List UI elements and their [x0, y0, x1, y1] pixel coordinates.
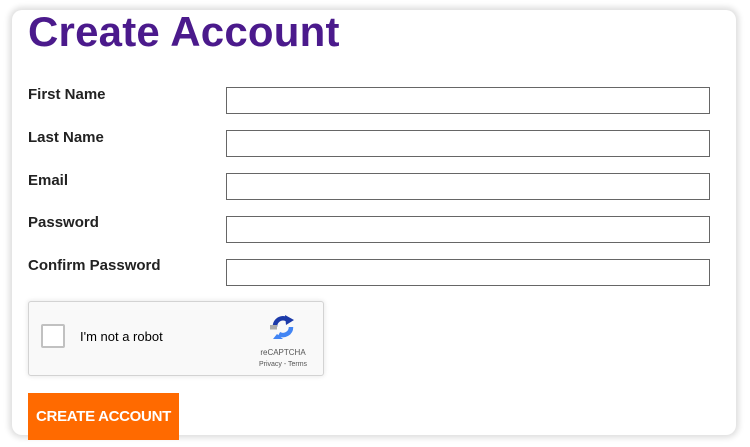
email-input[interactable] [226, 173, 710, 200]
confirm-password-label: Confirm Password [28, 257, 161, 274]
first-name-input[interactable] [226, 87, 710, 114]
recaptcha-logo-icon [270, 315, 294, 339]
first-name-label: First Name [28, 86, 106, 103]
last-name-label: Last Name [28, 129, 104, 146]
recaptcha-label: I'm not a robot [80, 329, 163, 344]
recaptcha-links: Privacy - Terms [253, 360, 313, 369]
recaptcha-brand: reCAPTCHA [260, 348, 306, 357]
recaptcha-privacy-link[interactable]: Privacy [259, 361, 282, 368]
password-label: Password [28, 214, 99, 231]
recaptcha-widget: I'm not a robot reCAPTCHA Privacy - Term… [28, 301, 324, 376]
page-title: Create Account [28, 8, 340, 55]
recaptcha-terms-link[interactable]: Terms [288, 361, 307, 368]
create-account-button[interactable]: CREATE ACCOUNT [28, 393, 179, 440]
recaptcha-checkbox[interactable] [41, 324, 65, 348]
last-name-input[interactable] [226, 130, 710, 157]
confirm-password-input[interactable] [226, 259, 710, 286]
email-label: Email [28, 172, 69, 189]
password-input[interactable] [226, 216, 710, 243]
